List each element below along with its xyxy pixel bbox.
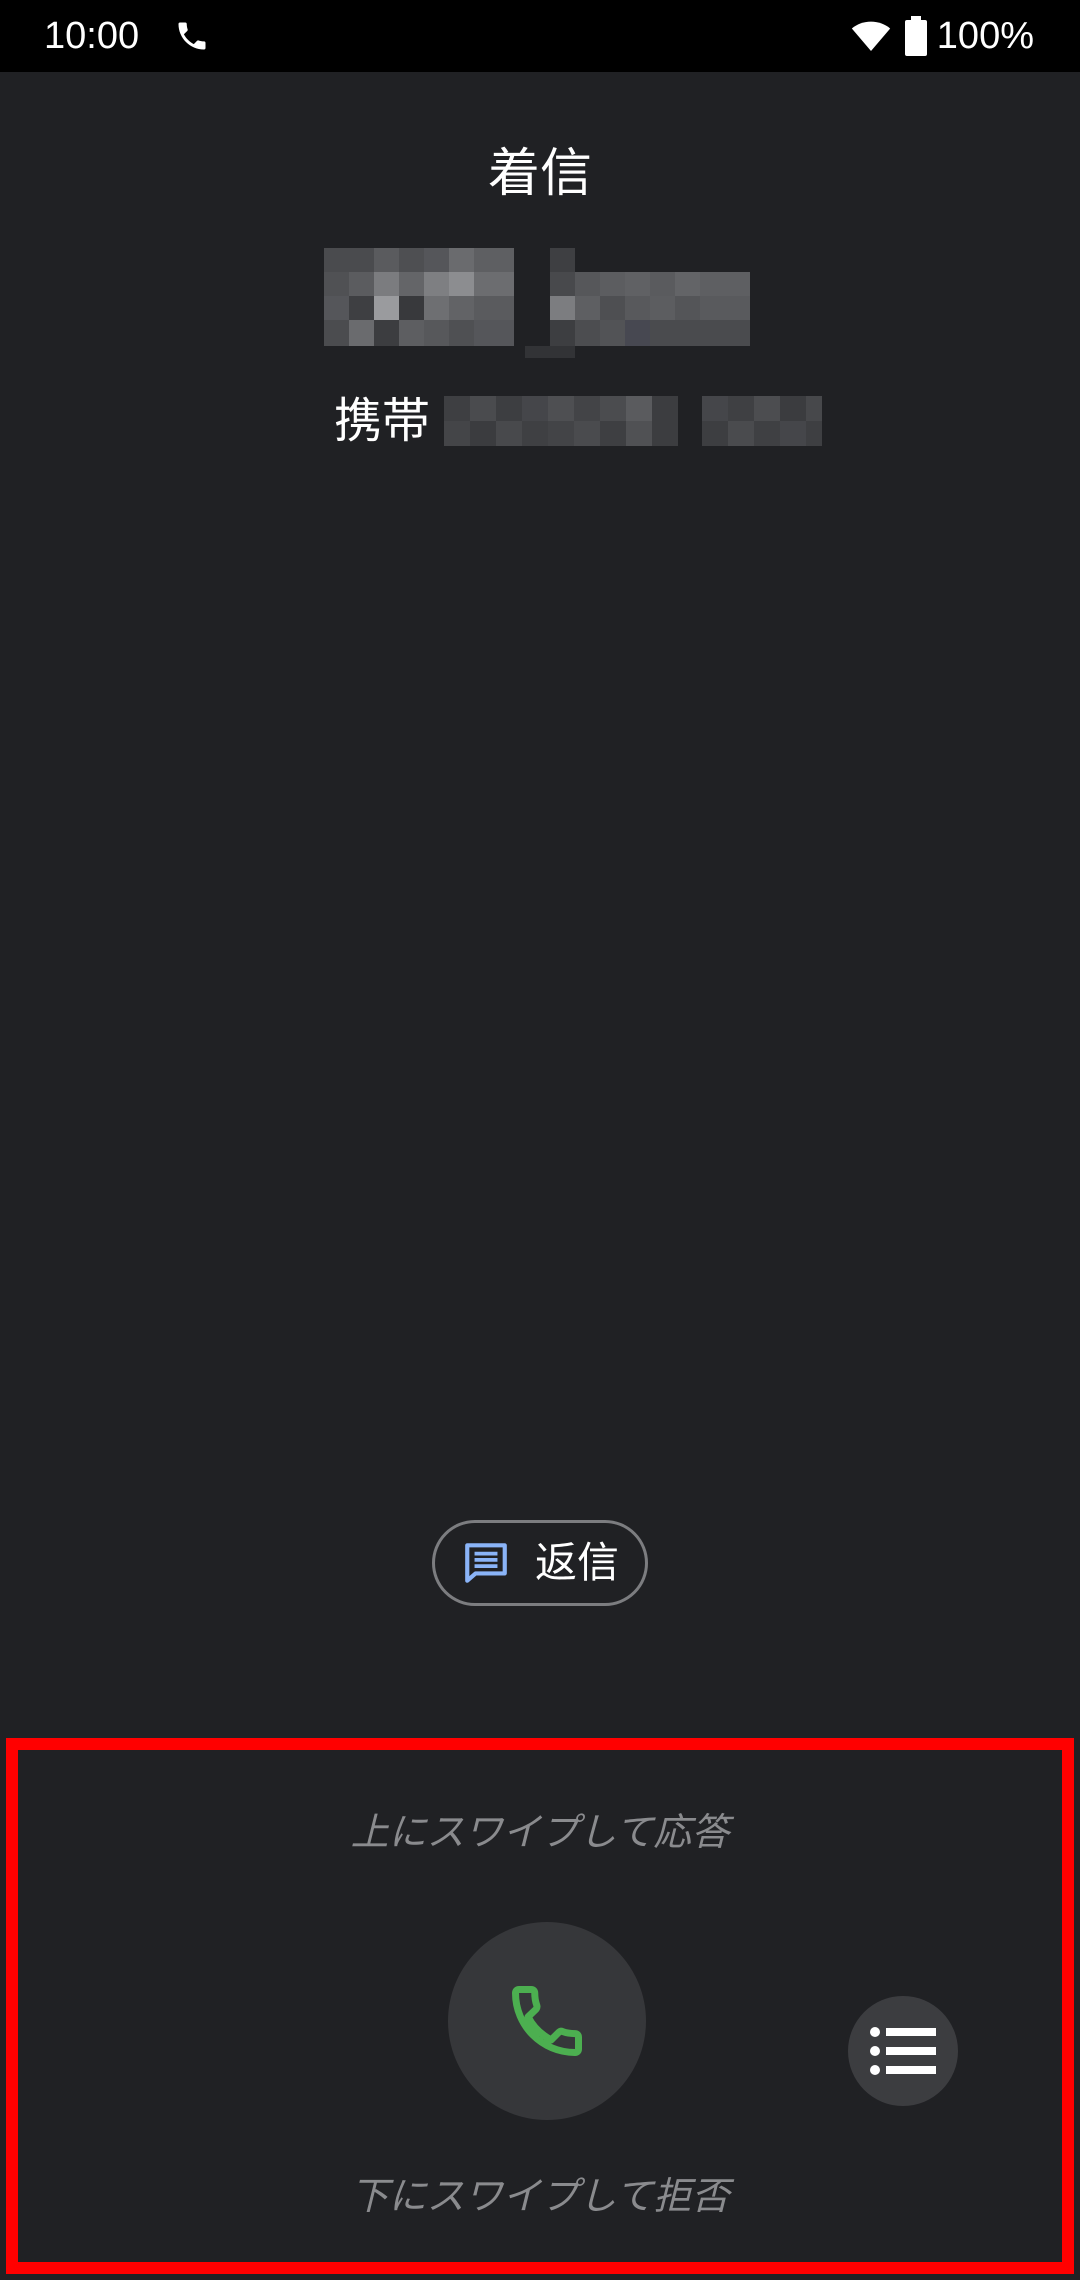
phone-icon [512,1986,582,2056]
message-icon [465,1543,507,1583]
phone-icon [178,22,206,50]
call-status-label: 着信 [487,144,592,204]
swipe-down-hint: 下にスワイプして拒否 [350,2174,730,2218]
reply-label: 返信 [534,1538,619,1587]
more-options-button[interactable] [848,1996,958,2106]
reply-button[interactable]: 返信 [432,1520,648,1606]
list-icon [870,2027,936,2075]
status-time: 10:00 [44,15,140,57]
answer-call-button[interactable] [448,1922,646,2120]
status-indicators: 100% [851,12,1034,60]
answer-panel: 上にスワイプして応答 下にスワイプして拒否 [6,1738,1074,2274]
call-header: 着信 [0,140,1080,208]
battery-percent: 100% [936,15,1034,57]
swipe-up-hint: 上にスワイプして応答 [350,1810,730,1854]
caller-number-row: 携帯 [334,392,823,450]
caller-number-type: 携帯 [334,393,431,449]
status-bar: 10:00 100% [0,0,1080,72]
wifi-icon [851,21,890,51]
caller-number-redacted [444,396,823,446]
caller-name-redacted [324,248,750,358]
battery-full-icon [904,16,927,56]
